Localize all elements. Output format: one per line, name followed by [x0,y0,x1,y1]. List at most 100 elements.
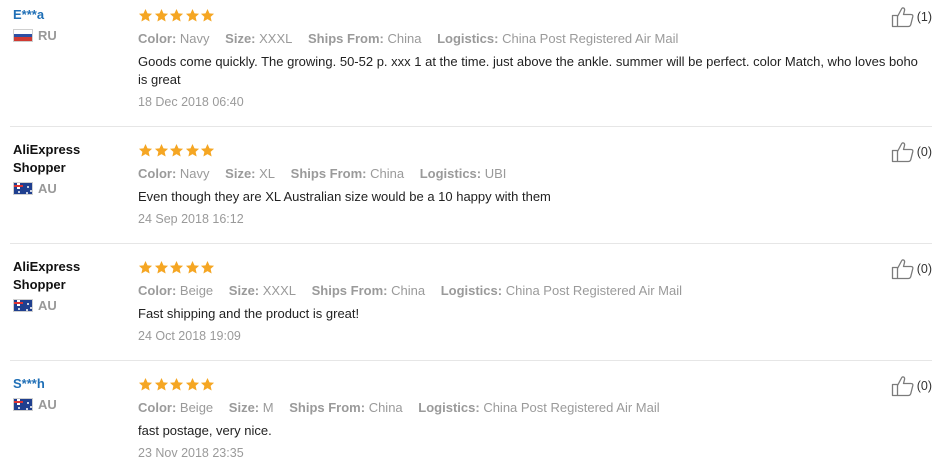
attr-color-label: Color: [138,283,177,298]
order-attributes: Color: Beige Size: M Ships From: China L… [138,399,928,417]
review-date: 23 Nov 2018 23:35 [138,446,244,460]
attr-ships-from: Ships From: China [308,31,421,46]
helpful-button[interactable]: (0) [891,375,932,397]
helpful-count: (0) [916,145,932,159]
review-text: Fast shipping and the product is great! [138,306,360,321]
attr-ships-from-value: China [368,400,403,415]
helpful-button[interactable]: (1) [891,6,932,28]
reviewer-info: AliExpress Shopper AU [13,258,128,313]
attr-logistics: Logistics: China Post Registered Air Mai… [418,400,659,415]
helpful-count: (0) [916,262,932,276]
star-icon [138,260,153,273]
attr-logistics-value: China Post Registered Air Mail [502,31,679,46]
star-icon [200,377,215,390]
review-divider [10,126,932,127]
review-content: Color: Navy Size: XXXL Ships From: China… [138,6,928,111]
attr-color: Color: Navy [138,166,210,181]
country-code: RU [38,28,57,43]
star-icon [154,143,168,156]
attr-size-value: XXXL [259,31,293,46]
attr-ships-from-value: China [387,31,422,46]
reviewer-name[interactable]: E***a [13,6,128,24]
reviewer-info: S***h AU [13,375,128,412]
review-divider [10,243,932,244]
attr-logistics-label: Logistics: [437,31,499,46]
attr-logistics-label: Logistics: [440,283,503,298]
reviewer-country: AU [13,397,128,412]
australia-flag-icon [13,398,33,411]
thumbs-up-icon[interactable] [891,141,915,163]
thumbs-up-icon[interactable] [891,258,915,280]
star-icon [169,143,184,156]
attr-logistics-label: Logistics: [418,400,480,415]
thumbs-up-icon[interactable] [891,375,915,397]
attr-ships-from-value: China [370,166,405,181]
order-attributes: Color: Navy Size: XXXL Ships From: China… [138,30,928,48]
star-rating [138,258,928,276]
attr-size-value: XXXL [262,283,296,298]
country-code: AU [38,181,57,196]
order-attributes: Color: Navy Size: XL Ships From: China L… [138,165,928,183]
attr-color-label: Color: [138,400,177,415]
attr-logistics: Logistics: UBI [420,166,507,181]
helpful-button[interactable]: (0) [891,141,932,163]
attr-color-value: Navy [179,31,210,46]
star-icon [185,260,199,273]
attr-size: Size: XXXL [225,31,292,46]
star-icon [138,8,153,21]
reviewer-name: AliExpress Shopper [13,259,81,292]
reviewer-info: AliExpress Shopper AU [13,141,128,196]
attr-color-value: Beige [179,283,214,298]
attr-ships-from: Ships From: China [291,166,404,181]
attr-color: Color: Navy [138,31,210,46]
attr-logistics: Logistics: China Post Registered Air Mai… [437,31,678,46]
star-icon [185,377,199,390]
star-icon [138,377,153,390]
review-text: fast postage, very nice. [138,423,272,438]
attr-logistics-value: China Post Registered Air Mail [483,400,660,415]
russia-flag-icon [13,29,33,42]
star-rating [138,141,928,159]
star-icon [200,8,215,21]
review-content: Color: Beige Size: XXXL Ships From: Chin… [138,258,928,345]
reviewer-name: AliExpress Shopper [13,142,81,175]
attr-size-label: Size: [228,400,260,415]
attr-size-value: M [262,400,274,415]
star-icon [154,260,168,273]
order-attributes: Color: Beige Size: XXXL Ships From: Chin… [138,282,928,300]
attr-logistics-value: UBI [484,166,507,181]
reviewer-country: RU [13,28,128,43]
star-icon [185,143,199,156]
attr-size: Size: M [229,400,274,415]
review-text: Goods come quickly. The growing. 50-52 p… [138,54,918,87]
star-icon [169,260,184,273]
reviewer-country: AU [13,181,128,196]
attr-ships-from: Ships From: China [289,400,402,415]
star-icon [154,377,168,390]
star-rating [138,6,928,24]
attr-ships-from-label: Ships From: [290,166,367,181]
attr-size: Size: XL [225,166,275,181]
reviewer-name[interactable]: S***h [13,375,128,393]
attr-size-label: Size: [225,31,256,46]
attr-size-label: Size: [225,166,256,181]
review-date: 24 Sep 2018 16:12 [138,212,244,226]
attr-color-label: Color: [138,31,177,46]
review-date: 18 Dec 2018 06:40 [138,95,244,109]
attr-color-value: Beige [179,400,214,415]
attr-ships-from-label: Ships From: [289,400,366,415]
australia-flag-icon [13,299,33,312]
helpful-button[interactable]: (0) [891,258,932,280]
star-icon [169,377,184,390]
attr-ships-from-value: China [391,283,426,298]
star-rating [138,375,928,393]
thumbs-up-icon[interactable] [891,6,915,28]
attr-size-value: XL [259,166,276,181]
reviewer-info: E***a RU [13,6,128,43]
attr-size: Size: XXXL [229,283,296,298]
star-icon [154,8,168,21]
star-icon [138,143,153,156]
review-content: Color: Beige Size: M Ships From: China L… [138,375,928,460]
review-divider [10,360,932,361]
attr-color-value: Navy [179,166,210,181]
